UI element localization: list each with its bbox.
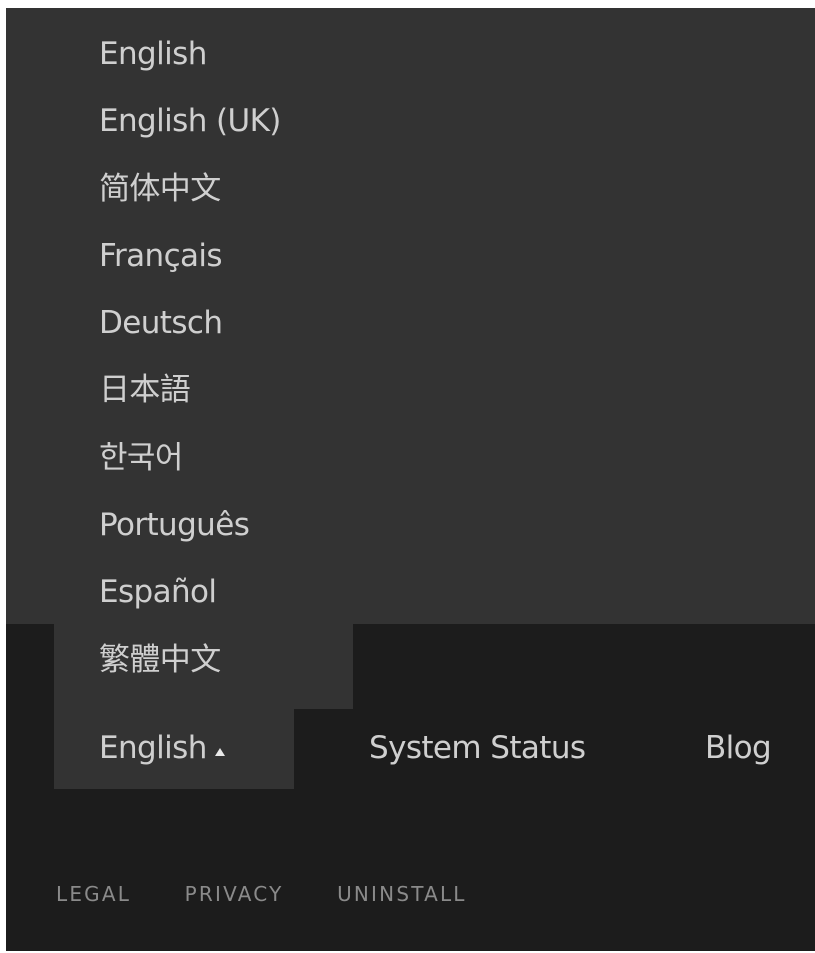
language-selector-current[interactable]: English bbox=[99, 730, 225, 766]
privacy-link[interactable]: PRIVACY bbox=[185, 882, 284, 906]
legal-link[interactable]: LEGAL bbox=[56, 882, 131, 906]
language-options-list: English English (UK) 简体中文 Français Deuts… bbox=[99, 38, 281, 712]
language-option-spanish[interactable]: Español bbox=[99, 577, 281, 644]
language-option-japanese[interactable]: 日本語 bbox=[99, 375, 281, 442]
language-option-simplified-chinese[interactable]: 简体中文 bbox=[99, 173, 281, 241]
language-option-english[interactable]: English bbox=[99, 38, 281, 106]
caret-up-icon bbox=[214, 748, 225, 756]
language-option-korean[interactable]: 한국어 bbox=[99, 442, 281, 510]
language-option-portuguese[interactable]: Português bbox=[99, 510, 281, 577]
language-selector-label: English bbox=[99, 730, 207, 766]
language-option-german[interactable]: Deutsch bbox=[99, 308, 281, 375]
site-footer: English English (UK) 简体中文 Français Deuts… bbox=[6, 8, 815, 951]
blog-link[interactable]: Blog bbox=[705, 730, 772, 766]
language-option-french[interactable]: Français bbox=[99, 240, 281, 308]
legal-links-row: LEGAL PRIVACY UNINSTALL bbox=[56, 882, 467, 906]
language-option-traditional-chinese[interactable]: 繁體中文 bbox=[99, 644, 281, 712]
system-status-link[interactable]: System Status bbox=[369, 730, 586, 766]
uninstall-link[interactable]: UNINSTALL bbox=[337, 882, 467, 906]
language-option-english-uk[interactable]: English (UK) bbox=[99, 106, 281, 173]
